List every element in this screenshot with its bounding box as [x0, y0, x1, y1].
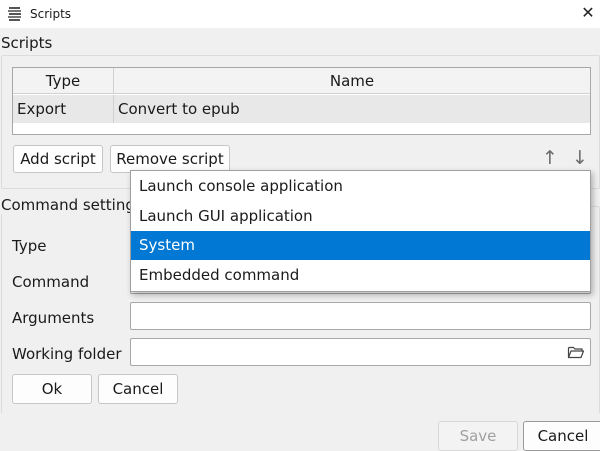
dropdown-option-launch-console[interactable]: Launch console application: [131, 172, 590, 201]
app-icon: [8, 7, 21, 21]
ok-button[interactable]: Ok: [12, 374, 92, 404]
table-cell-type[interactable]: Export: [13, 95, 114, 123]
dropdown-option-launch-gui[interactable]: Launch GUI application: [131, 202, 590, 231]
dialog-button-bar: Save Cancel: [0, 413, 600, 451]
window-title: Scripts: [30, 7, 72, 21]
dropdown-option-system[interactable]: System: [131, 231, 590, 260]
working-folder-label: Working folder: [12, 345, 122, 363]
close-icon[interactable]: ✕: [578, 3, 598, 23]
command-settings-label: Command settings: [1, 196, 145, 214]
folder-open-icon[interactable]: [567, 343, 585, 361]
scripts-table: Type Name Export Convert to epub: [12, 67, 591, 135]
type-label: Type: [12, 237, 47, 255]
arrow-up-icon[interactable]: ↑: [541, 147, 559, 169]
remove-script-button[interactable]: Remove script: [110, 145, 230, 173]
type-dropdown-list: Launch console application Launch GUI ap…: [130, 170, 591, 292]
title-bar: Scripts ✕: [0, 0, 600, 28]
dropdown-option-embedded-command[interactable]: Embedded command: [131, 261, 590, 290]
command-label: Command: [12, 273, 90, 291]
save-button[interactable]: Save: [438, 421, 518, 451]
arrow-down-icon[interactable]: ↓: [571, 147, 589, 169]
arguments-field[interactable]: [130, 302, 591, 330]
column-header-type[interactable]: Type: [13, 68, 114, 94]
cancel-command-button[interactable]: Cancel: [98, 374, 178, 404]
working-folder-field[interactable]: [130, 338, 591, 366]
arguments-label: Arguments: [12, 309, 95, 327]
column-header-name[interactable]: Name: [114, 68, 590, 94]
add-script-button[interactable]: Add script: [13, 145, 103, 173]
scripts-group-label: Scripts: [1, 34, 53, 52]
cancel-button[interactable]: Cancel: [523, 421, 600, 451]
table-cell-name[interactable]: Convert to epub: [114, 95, 590, 123]
